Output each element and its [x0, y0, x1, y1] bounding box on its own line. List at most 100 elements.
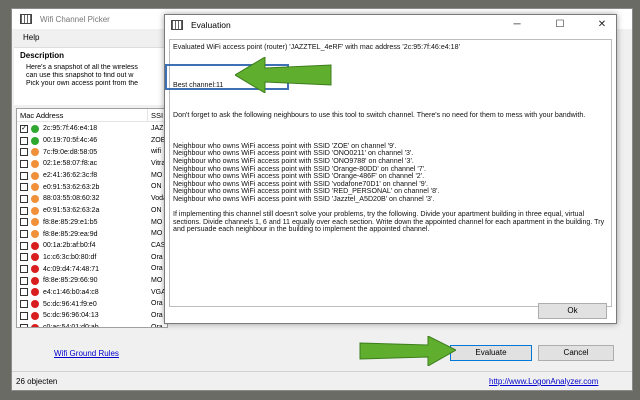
list-item[interactable]: 00:19:70:5f:4c:46 ZOE — [17, 135, 167, 147]
checkbox-icon[interactable] — [20, 171, 28, 180]
ssid: MO — [151, 276, 163, 284]
mac-address: f8:8e:85:29:e1:b5 — [43, 218, 98, 226]
checkbox-icon[interactable] — [20, 183, 28, 192]
list-item[interactable]: 02:1e:58:07:f8:ac Vitra — [17, 158, 167, 170]
dialog-title: Evaluation — [191, 20, 231, 30]
wifi-status-dot-icon — [31, 265, 39, 274]
close-icon[interactable]: ✕ — [595, 18, 609, 32]
checkbox-icon[interactable]: ✓ — [20, 124, 28, 133]
cancel-button[interactable]: Cancel — [538, 345, 614, 361]
wifi-status-dot-icon — [31, 230, 39, 239]
list-item[interactable]: ✓ 2c:95:7f:46:e4:18 JAZ — [17, 123, 167, 135]
arrow-icon — [235, 57, 332, 93]
list-item[interactable]: f8:8e:85:29:ea:9d MO — [17, 228, 167, 240]
wifi-status-dot-icon — [31, 183, 39, 192]
checkbox-icon[interactable] — [20, 241, 28, 250]
column-separator[interactable] — [147, 109, 148, 122]
wifi-status-dot-icon — [31, 206, 39, 215]
wifi-status-dot-icon — [31, 241, 39, 250]
checkbox-icon[interactable] — [20, 265, 28, 274]
list-item[interactable]: 4c:09:d4:74:48:71 Ora — [17, 263, 167, 275]
logon-analyzer-link[interactable]: http://www.LogonAnalyzer.com — [489, 377, 598, 386]
checkbox-icon[interactable] — [20, 230, 28, 239]
wifi-status-dot-icon — [31, 288, 39, 297]
evaluation-dialog: Evaluation ─ ☐ ✕ Evaluated WiFi access p… — [164, 14, 617, 324]
checkbox-icon[interactable] — [20, 148, 28, 157]
ssid: ON — [151, 183, 162, 191]
mac-address: 00:1a:2b:af:b0:f4 — [43, 242, 96, 250]
list-rows: ✓ 2c:95:7f:46:e4:18 JAZ 00:19:70:5f:4c:46 ZO… — [17, 123, 167, 328]
wifi-status-dot-icon — [31, 253, 39, 262]
app-icon — [20, 14, 32, 24]
mac-address: 5c:dc:96:96:04:13 — [43, 312, 99, 320]
list-item[interactable]: e0:91:53:62:63:2a ON — [17, 205, 167, 217]
ssid: MO — [151, 230, 163, 238]
list-item[interactable]: 5c:dc:96:41:f9:e0 Ora — [17, 298, 167, 310]
checkbox-icon[interactable] — [20, 218, 28, 227]
list-item[interactable]: 7c:f9:0e:d8:58:05 wifi — [17, 146, 167, 158]
maximize-icon[interactable]: ☐ — [553, 18, 567, 32]
status-bar: 26 objecten http://www.LogonAnalyzer.com — [12, 371, 632, 390]
mac-address: 88:03:55:08:60:32 — [43, 195, 100, 203]
minimize-icon[interactable]: ─ — [510, 18, 524, 32]
wifi-status-dot-icon — [31, 276, 39, 285]
ssid: Ora — [151, 253, 163, 261]
wifi-status-dot-icon — [31, 148, 39, 157]
checkbox-icon[interactable] — [20, 206, 28, 215]
ssid: Ora — [151, 312, 163, 319]
menu-help[interactable]: Help — [23, 33, 39, 42]
column-header-ssid[interactable]: SSI — [151, 111, 163, 120]
checkbox-icon[interactable] — [20, 253, 28, 262]
ssid: Ora — [151, 323, 163, 328]
mac-address: 1c:c6:3c:b0:80:df — [43, 253, 97, 261]
list-item[interactable]: f8:8e:85:29:66:90 MO — [17, 275, 167, 287]
list-item[interactable]: 00:1a:2b:af:b0:f4 CAS — [17, 240, 167, 252]
mac-address: 2c:95:7f:46:e4:18 — [43, 125, 98, 133]
dialog-titlebar[interactable]: Evaluation — [165, 15, 616, 35]
ssid: MO — [151, 171, 163, 179]
list-item[interactable]: e0:91:53:62:63:2b ON — [17, 181, 167, 193]
wifi-status-dot-icon — [31, 311, 39, 320]
evaluate-button[interactable]: Evaluate — [450, 345, 532, 361]
wifi-status-dot-icon — [31, 136, 39, 145]
ok-button[interactable]: Ok — [538, 303, 607, 319]
mac-address: c0:ac:54:01:d0:ab — [43, 324, 99, 328]
mac-address: 00:19:70:5f:4c:46 — [43, 137, 98, 145]
checkbox-icon[interactable] — [20, 323, 28, 327]
list-item[interactable]: 1c:c6:3c:b0:80:df Ora — [17, 252, 167, 264]
list-item[interactable]: 88:03:55:08:60:32 Voda — [17, 193, 167, 205]
wifi-status-dot-icon — [31, 194, 39, 203]
checkbox-icon[interactable] — [20, 288, 28, 297]
arrow-icon — [359, 336, 456, 366]
mac-address: e4:c1:46:b0:a4:c8 — [43, 288, 99, 296]
checkbox-icon[interactable] — [20, 300, 28, 309]
wifi-status-dot-icon — [31, 300, 39, 309]
column-header-mac[interactable]: Mac Address — [20, 111, 63, 120]
wifi-status-dot-icon — [31, 171, 39, 180]
list-item[interactable]: 5c:dc:96:96:04:13 Ora — [17, 310, 167, 322]
checkbox-icon[interactable] — [20, 276, 28, 285]
wifi-ground-rules-link[interactable]: Wifi Ground Rules — [54, 349, 119, 358]
wifi-status-dot-icon — [31, 124, 39, 133]
list-item[interactable]: e4:c1:46:b0:a4:c8 VGA — [17, 287, 167, 299]
checkbox-icon[interactable] — [20, 159, 28, 168]
mac-address: 4c:09:d4:74:48:71 — [43, 265, 100, 273]
mac-address: 5c:dc:96:41:f9:e0 — [43, 300, 97, 308]
access-point-list[interactable]: Mac Address SSI ✓ 2c:95:7f:46:e4:18 JAZ 00:… — [16, 108, 168, 328]
mac-address: f8:8e:85:29:66:90 — [43, 277, 98, 285]
mac-address: 7c:f9:0e:d8:58:05 — [43, 148, 98, 156]
wifi-status-dot-icon — [31, 323, 39, 327]
ssid: wifi — [151, 148, 162, 156]
checkbox-icon[interactable] — [20, 311, 28, 320]
checkbox-icon[interactable] — [20, 194, 28, 203]
list-item[interactable]: c0:ac:54:01:d0:ab Ora — [17, 322, 167, 328]
status-count: 26 objecten — [16, 377, 58, 386]
checkbox-icon[interactable] — [20, 136, 28, 145]
list-header: Mac Address SSI — [17, 109, 167, 122]
list-item[interactable]: f8:8e:85:29:e1:b5 MO — [17, 217, 167, 229]
mac-address: f8:8e:85:29:ea:9d — [43, 230, 98, 238]
list-item[interactable]: e2:41:36:62:3c:f8 MO — [17, 170, 167, 182]
main-window-title: Wifi Channel Picker — [40, 14, 110, 24]
mac-address: e0:91:53:62:63:2b — [43, 183, 100, 191]
ssid: JAZ — [151, 125, 164, 132]
